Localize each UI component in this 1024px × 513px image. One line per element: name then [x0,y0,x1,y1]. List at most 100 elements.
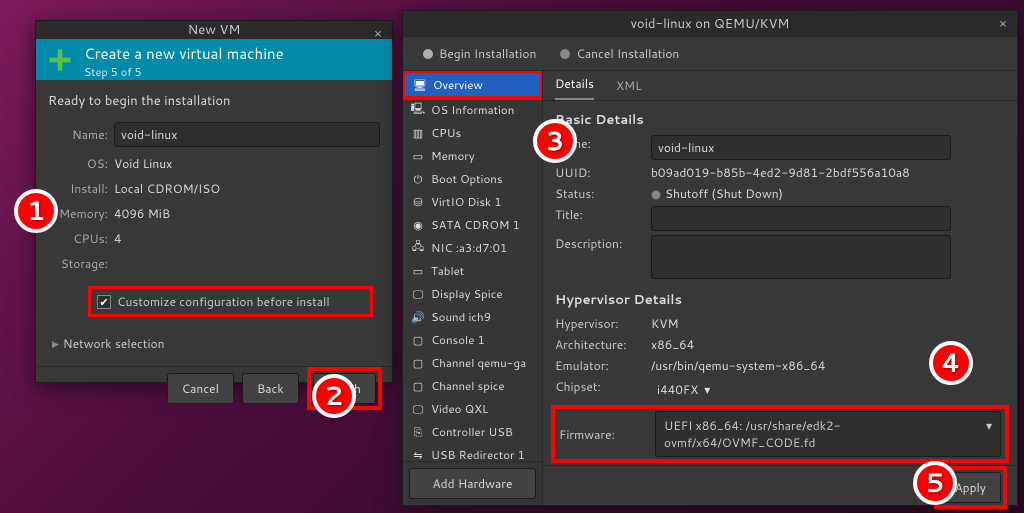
firmware-select[interactable]: UEFI x86_64: /usr/share/edk2-ovmf/x64/OV… [655,411,1001,457]
sidebar-item-boot-options[interactable]: ⏻Boot Options [403,167,542,190]
sidebar-item-label: Video QXL [431,400,488,417]
uuid-value: b09ad019-b85b-4ed2-9d81-2bdf556a10a8 [651,164,1005,181]
sidebar-item-video-qxl[interactable]: 🖵 Video QXL [403,397,542,420]
os-value: Void Linux [114,155,380,172]
tab-xml[interactable]: XML [616,71,642,100]
back-button[interactable]: Back [242,373,299,404]
annotation-5: 5 [913,461,957,505]
action-bar: Begin Installation Cancel Installation [403,37,1017,71]
close-icon[interactable]: × [370,25,386,41]
window-title: void-linux on QEMU/KVM [631,15,790,33]
firmware-label: Firmware: [559,426,651,443]
sidebar-item-usb-redirector-1[interactable]: ⇋ USB Redirector 1 [403,443,542,461]
device-icon: ▢ [411,333,425,347]
chevron-down-icon: ▾ [986,417,992,451]
chipset-select[interactable]: i440FX▾ [651,378,716,401]
basic-details-title: Basic Details [543,101,1017,133]
dot-icon [423,49,433,59]
chipset-value: i440FX [657,381,698,398]
annotation-4: 4 [929,341,973,385]
device-icon: 🔊 [411,310,425,324]
sidebar-item-label: Memory [431,147,475,164]
sidebar-item-label: OS Information [431,101,514,118]
plus-icon [46,46,74,74]
sidebar-item-display-spice[interactable]: 🖵 Display Spice [403,282,542,305]
customize-checkbox-row[interactable]: ✔ Customize configuration before install [88,286,373,317]
close-icon[interactable]: × [995,15,1011,31]
sidebar-item-label: CPUs [431,124,461,141]
detail-tabs: Details XML [543,71,1017,101]
new-vm-window: New VM × Create a new virtual machine St… [35,20,393,383]
memory-value: 4096 MiB [114,205,380,222]
sidebar-item-sound-ich9[interactable]: 🔊Sound ich9 [403,305,542,328]
sidebar-item-label: Channel qemu-ga [431,354,526,371]
sidebar-item-os-information[interactable]: 🖳 OS Information [403,98,542,121]
device-icon: ⇋ [411,448,425,462]
wizard-header: Create a new virtual machine Step 5 of 5 [36,39,392,80]
annotation-3: 3 [533,119,577,163]
name-input[interactable] [114,122,380,147]
sidebar-item-label: Display Spice [431,285,503,302]
uuid-label: UUID: [555,164,647,181]
device-icon: ▢ [411,379,425,393]
sidebar-item-memory[interactable]: ▭ Memory [403,144,542,167]
sidebar-item-controller-usb[interactable]: ⎘Controller USB [403,420,542,443]
device-icon: ⛁ [411,195,425,209]
status-label: Status: [555,185,647,202]
sidebar-item-label: USB Redirector 1 [431,446,525,461]
sidebar-item-label: Tablet [431,262,464,279]
customize-label: Customize configuration before install [117,293,330,310]
hypervisor-value: KVM [651,315,1005,332]
sidebar-item-nic-a3-d7-01[interactable]: 🖧 NIC :a3:d7:01 [403,236,542,259]
name-input[interactable] [651,135,951,160]
vm-details-window: void-linux on QEMU/KVM × Begin Installat… [402,10,1018,506]
install-label: Install: [48,180,108,197]
cancel-button[interactable]: Cancel [167,373,234,404]
sidebar-item-overview[interactable]: 🖥 Overview [405,73,540,96]
arch-label: Architecture: [555,336,647,353]
begin-installation-button[interactable]: Begin Installation [423,45,536,62]
device-icon: ▭ [411,149,425,163]
add-hardware-button[interactable]: Add Hardware [409,468,536,499]
detail-pane: Details XML Basic Details Name: UUID: b0… [543,71,1017,505]
sidebar-item-label: SATA CDROM 1 [431,216,520,233]
device-icon: ▢ [411,356,425,370]
tab-details[interactable]: Details [555,69,594,100]
device-icon: 🖥 [413,78,427,92]
sidebar-item-channel-qemu-ga[interactable]: ▢ Channel qemu-ga [403,351,542,374]
device-icon: ⏻ [411,172,425,186]
titlebar: New VM × [36,21,392,39]
annotation-1: 1 [14,189,58,233]
annotation-2: 2 [312,374,356,418]
device-icon: ▥ [411,126,425,140]
emulator-label: Emulator: [555,357,647,374]
checkbox-checked-icon[interactable]: ✔ [97,295,111,309]
sidebar-item-tablet[interactable]: ▭Tablet [403,259,542,282]
sidebar-item-label: VirtIO Disk 1 [431,193,502,210]
device-icon: 🖧 [411,241,425,255]
triangle-right-icon: ▶ [52,337,59,350]
hardware-sidebar: 🖥 Overview 🖳 OS Information ▥ CPUs ▭ Memory ⏻Boo… [403,71,543,505]
sidebar-item-virtio-disk-1[interactable]: ⛁ VirtIO Disk 1 [403,190,542,213]
sidebar-item-label: Overview [433,76,483,93]
cancel-installation-button[interactable]: Cancel Installation [560,45,679,62]
status-value: Shutoff (Shut Down) [665,185,783,202]
install-value: Local CDROM/ISO [114,180,380,197]
sidebar-item-cpus[interactable]: ▥ CPUs [403,121,542,144]
device-icon: 🖳 [411,103,425,117]
sidebar-item-channel-spice[interactable]: ▢ Channel spice [403,374,542,397]
title-input[interactable] [651,206,951,231]
device-icon: 🖵 [411,287,425,301]
device-icon: ⎘ [411,425,425,439]
sidebar-item-console-1[interactable]: ▢Console 1 [403,328,542,351]
sidebar-item-sata-cdrom-1[interactable]: ◉SATA CDROM 1 [403,213,542,236]
cpus-label: CPUs: [48,230,108,247]
sidebar-item-label: Channel spice [431,377,505,394]
dot-icon [560,49,570,59]
network-selection-expander[interactable]: ▶ Network selection [52,335,380,352]
device-icon: 🖵 [411,402,425,416]
wizard-body: Ready to begin the installation Name: OS… [36,80,392,366]
chipset-label: Chipset: [555,378,647,395]
sidebar-item-label: NIC :a3:d7:01 [431,239,507,256]
description-input[interactable] [651,235,951,279]
